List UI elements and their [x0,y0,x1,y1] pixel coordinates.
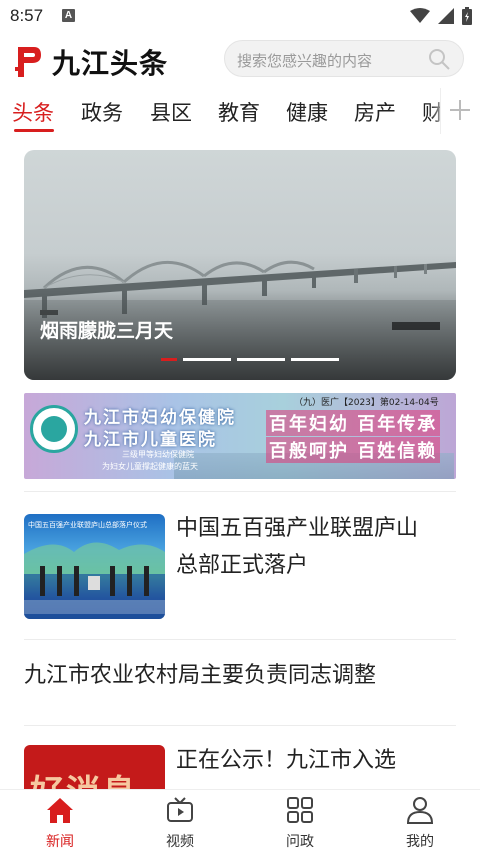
nav-profile[interactable]: 我的 [360,790,480,853]
status-bar: 8:57 A [0,0,480,32]
banner-subtitle-1: 三级甲等妇幼保健院 [122,450,194,459]
app-logo[interactable]: 九江头条 [14,42,168,82]
app-name: 九江头条 [52,47,169,80]
logo-mark-icon [15,47,41,77]
carousel-caption: 烟雨朦胧三月天 [40,320,174,342]
category-tabs: 头条 政务 县区 教育 健康 房产 财 [0,88,480,134]
headline-carousel[interactable]: 烟雨朦胧三月天 [24,150,456,380]
add-tab-button[interactable] [440,88,480,134]
tab-headlines[interactable]: 头条 [12,97,54,127]
wifi-icon [410,8,430,23]
carousel-dot[interactable] [291,358,339,361]
nav-label: 我的 [406,834,434,850]
grid-icon [287,797,313,823]
nav-video[interactable]: 视频 [120,790,240,853]
divider [24,725,456,726]
tab-government[interactable]: 政务 [81,97,123,127]
nav-news[interactable]: 新闻 [0,790,120,853]
status-time: 8:57 [10,6,44,25]
app-header: 九江头条 搜索您感兴趣的内容 [0,32,480,88]
hospital-banner-ad[interactable]: 九江市妇幼保健院 九江市儿童医院 三级甲等妇幼保健院 为妇女儿童撑起健康的蓝天 … [24,393,456,479]
person-icon [406,797,434,824]
search-input[interactable]: 搜索您感兴趣的内容 [224,40,464,77]
news-thumbnail: 中国五百强产业联盟庐山总部落户仪式 [24,514,165,619]
hospital-emblem-icon [30,405,78,453]
tab-counties[interactable]: 县区 [150,97,192,127]
nav-label: 问政 [286,834,314,850]
carousel-dots [161,358,339,361]
banner-hospital-name-2: 九江市儿童医院 [84,430,217,450]
search-icon[interactable] [427,47,451,71]
nav-inquiry[interactable]: 问政 [240,790,360,853]
banner-subtitle-2: 为妇女儿童撑起健康的蓝天 [102,462,198,471]
news-title-line: 中国五百强产业联盟庐山 [176,516,419,541]
nav-label: 视频 [166,834,194,850]
notification-badge: A [62,9,75,22]
banner-slogan-2: 百般呵护 百姓信赖 [266,437,441,463]
divider [24,491,456,492]
home-icon [47,798,73,823]
tv-icon [167,797,193,822]
ceremony-photo [24,542,165,619]
battery-icon [462,7,472,25]
status-icons [410,7,472,25]
news-title-line: 总部正式落户 [176,553,309,578]
carousel-dot[interactable] [237,358,285,361]
news-title-line: 正在公示！九江市入选 [176,748,397,773]
news-title: 九江市农业农村局主要负责同志调整 [24,663,377,688]
banner-registration: （九）医广【2023】第02-14-04号 [294,398,439,408]
carousel-dot[interactable] [183,358,231,361]
tab-education[interactable]: 教育 [218,97,260,127]
banner-slogan-1: 百年妇幼 百年传承 [266,410,441,436]
search-placeholder: 搜索您感兴趣的内容 [237,52,373,70]
tab-health[interactable]: 健康 [286,97,328,127]
bottom-nav: 新闻 视频 问政 我的 [0,789,480,853]
tab-active-indicator [14,129,54,132]
carousel-dot[interactable] [161,358,177,361]
nav-label: 新闻 [46,834,74,850]
tab-realestate[interactable]: 房产 [354,97,396,127]
divider [24,639,456,640]
signal-icon [438,8,454,24]
